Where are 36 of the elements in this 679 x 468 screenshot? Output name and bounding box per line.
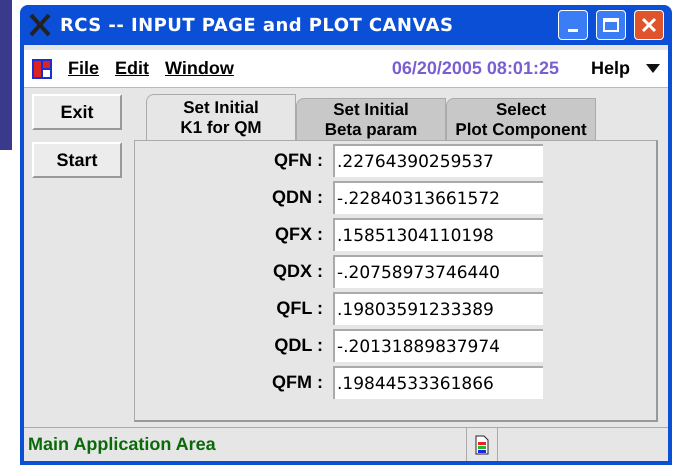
menu-item[interactable]: File xyxy=(68,55,100,82)
field-label: QDN : xyxy=(271,186,323,209)
minimize-icon xyxy=(568,29,578,32)
status-text: Main Application Area xyxy=(27,433,217,456)
action-button[interactable]: Exit xyxy=(32,94,122,130)
field-label: QDL : xyxy=(273,334,323,357)
maximize-button[interactable] xyxy=(596,10,626,40)
tab[interactable]: Select Plot Component xyxy=(446,98,596,140)
input-field[interactable]: .19803591233389 xyxy=(333,292,543,325)
minimize-button[interactable] xyxy=(558,10,588,40)
input-field[interactable]: -.20131889837974 xyxy=(333,329,543,362)
field-label: QFN : xyxy=(273,149,323,172)
datetime: 06/20/2005 08:01:25 xyxy=(392,57,559,80)
x-logo-icon xyxy=(28,13,52,37)
tab[interactable]: Set Initial Beta param xyxy=(296,98,446,140)
caret-icon[interactable] xyxy=(646,64,660,74)
field-label: QFL : xyxy=(275,297,323,320)
help-menu[interactable]: Help xyxy=(590,55,630,82)
close-icon xyxy=(641,17,657,33)
field-label: QFX : xyxy=(274,223,323,246)
action-button[interactable]: Start xyxy=(32,142,122,178)
input-field[interactable]: .15851304110198 xyxy=(333,218,543,251)
input-field[interactable]: .22764390259537 xyxy=(333,144,543,177)
tab[interactable]: Set Initial K1 for QM xyxy=(146,94,296,140)
window-title: RCS -- INPUT PAGE and PLOT CANVAS xyxy=(60,14,454,38)
input-field[interactable]: .19844533361866 xyxy=(333,366,543,399)
field-label: QDX : xyxy=(272,260,323,283)
document-icon xyxy=(475,434,489,454)
input-field[interactable]: -.22840313661572 xyxy=(333,181,543,214)
menu-item[interactable]: Edit xyxy=(115,55,150,82)
menu-item[interactable]: Window xyxy=(165,55,234,82)
close-button[interactable] xyxy=(634,10,664,40)
app-logo-icon xyxy=(32,58,52,78)
field-label: QFM : xyxy=(271,371,323,394)
maximize-icon xyxy=(603,18,619,32)
input-field[interactable]: -.20758973746440 xyxy=(333,255,543,288)
